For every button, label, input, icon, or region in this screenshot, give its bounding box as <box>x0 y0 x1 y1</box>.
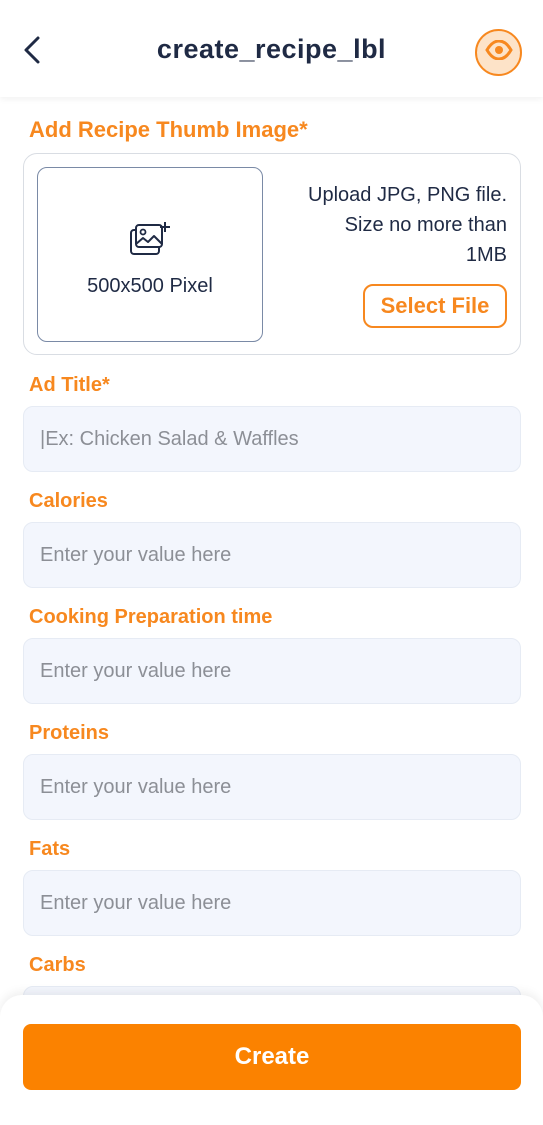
cooking-time-label: Cooking Preparation time <box>29 606 273 628</box>
create-button[interactable]: Create <box>23 1024 521 1090</box>
page-title: create_recipe_lbl <box>156 34 387 64</box>
calories-label: Calories <box>29 490 108 512</box>
ad-title-label: Ad Title* <box>29 374 110 396</box>
upload-info-line1: Upload JPG, PNG file. <box>308 184 507 206</box>
preview-button[interactable] <box>475 29 522 76</box>
select-file-button[interactable]: Select File <box>363 284 507 328</box>
ad-title-input[interactable] <box>23 406 521 472</box>
thumb-image-label: Add Recipe Thumb Image* <box>29 117 308 142</box>
calories-input[interactable] <box>23 522 521 588</box>
upload-info-line2: Size no more than <box>344 214 507 236</box>
proteins-label: Proteins <box>29 722 110 744</box>
eye-icon <box>484 39 513 65</box>
fats-label: Fats <box>29 838 71 860</box>
image-add-icon <box>128 220 172 265</box>
fats-input[interactable] <box>23 870 521 936</box>
upload-info-line3: 1MB <box>465 244 507 266</box>
thumb-dropzone[interactable]: 500x500 Pixel <box>37 167 263 342</box>
thumb-upload-card: 500x500 Pixel Upload JPG, PNG file. Size… <box>23 153 521 355</box>
upload-info: Upload JPG, PNG file. Size no more than … <box>267 180 507 270</box>
proteins-input[interactable] <box>23 754 521 820</box>
thumb-size-text: 500x500 Pixel <box>87 274 213 297</box>
cooking-time-input[interactable] <box>23 638 521 704</box>
create-recipe-screen: create_recipe_lbl Add Recipe Thumb Image… <box>0 0 543 1125</box>
bottom-action-bar: Create <box>0 995 543 1125</box>
app-header: create_recipe_lbl <box>0 0 543 97</box>
carbs-label: Carbs <box>29 954 86 976</box>
